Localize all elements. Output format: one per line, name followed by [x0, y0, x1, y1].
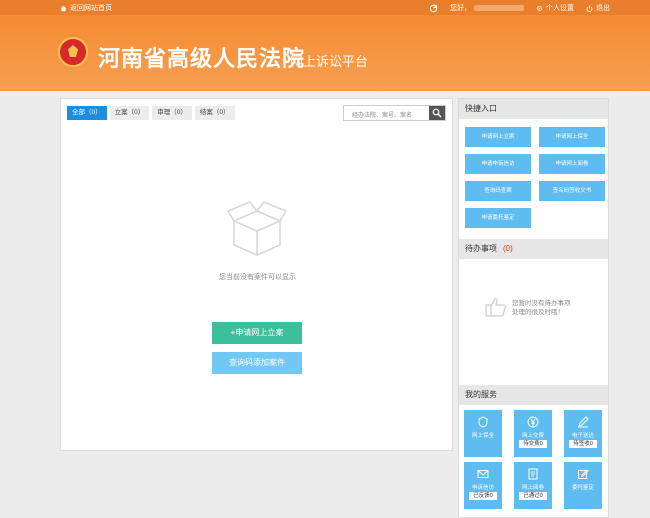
todo-panel: 您暂时没有待办事项 处理的很及时哦！ [459, 259, 608, 385]
quick-apply-file-review-button[interactable]: 申请网上阅卷 [539, 154, 605, 174]
court-name: 河南省高级人民法院 [98, 46, 306, 71]
todo-empty-line-1: 您暂时没有待办事项 [512, 300, 571, 307]
todo-title-label: 待办事项 [465, 244, 497, 253]
home-link[interactable]: 返回网站首页 [60, 3, 112, 13]
yuan-icon [527, 416, 539, 428]
greeting-label: 您好， [450, 5, 471, 12]
service-count: 已通过0 [519, 492, 547, 500]
quick-apply-petition-button[interactable]: 申请申诉信访 [465, 154, 531, 174]
power-icon [586, 5, 593, 12]
refresh-icon[interactable] [429, 4, 438, 13]
service-label: 委托鉴定 [571, 485, 594, 491]
logout-link[interactable]: 退出 [586, 3, 610, 13]
empty-message: 您当前没有案件可以显示 [219, 274, 296, 281]
tab-closed[interactable]: 结案（0） [194, 106, 235, 120]
quick-apply-appraisal-button[interactable]: 申请委托鉴定 [465, 208, 531, 228]
settings-label: 个人设置 [546, 5, 574, 12]
search-input[interactable]: 经办法院、案号、案名 [352, 110, 412, 119]
service-label: 网上交费 [521, 433, 544, 439]
services-title: 我的服务 [459, 385, 608, 405]
quick-apply-preservation-button[interactable]: 申请网上保全 [539, 127, 605, 147]
court-emblem-icon [58, 37, 88, 67]
right-sidebar: 快捷入口 申请网上立案 申请网上保全 申请申诉信访 申请网上阅卷 查询码查案 签… [458, 98, 609, 518]
service-entrusted-appraisal[interactable]: 委托鉴定 [564, 462, 602, 509]
quick-query-case-button[interactable]: 查询码查案 [465, 181, 531, 201]
service-label: 网上阅卷 [521, 485, 544, 491]
case-panel: 全部（0） 立案（0） 审理（0） 结案（0） 经办法院、案号、案名 您当前没有… [60, 98, 453, 451]
service-e-delivery[interactable]: 电子送达 待签收0 [564, 410, 602, 457]
gear-icon [536, 5, 543, 11]
shield-icon [478, 416, 488, 428]
top-bar: 返回网站首页 您好， 个人设置 退出 [0, 0, 650, 15]
service-count: 已反馈0 [469, 492, 497, 500]
todo-count: (0) [503, 244, 513, 253]
site-header: 河南省高级人民法院 网上诉讼平台 [0, 15, 650, 91]
service-label: 网上保全 [471, 433, 494, 439]
logout-label: 退出 [596, 5, 610, 12]
home-icon [60, 5, 67, 11]
home-link-label: 返回网站首页 [70, 5, 112, 12]
quick-apply-filing-button[interactable]: 申请网上立案 [465, 127, 531, 147]
pen-icon [578, 416, 589, 428]
mail-icon [477, 470, 489, 478]
edit-icon [578, 469, 589, 479]
service-file-review[interactable]: 网上阅卷 已通过0 [514, 462, 552, 509]
service-online-preservation[interactable]: 网上保全 [464, 410, 502, 457]
query-code-add-case-button[interactable]: 查询码添加案件 [212, 352, 302, 374]
username-masked [474, 5, 524, 11]
apply-online-filing-button[interactable]: +申请网上立案 [212, 322, 302, 344]
tab-all[interactable]: 全部（0） [67, 106, 107, 120]
service-petition[interactable]: 申诉信访 已反馈0 [464, 462, 502, 509]
services-grid: 网上保全 网上交费 待交费0 电子送达 待签收0 申诉信访 已反馈0 网上阅卷 … [459, 405, 608, 509]
service-label: 申诉信访 [471, 485, 494, 491]
quick-sign-document-button[interactable]: 签名码签收文书 [539, 181, 605, 201]
quick-entry-grid: 申请网上立案 申请网上保全 申请申诉信访 申请网上阅卷 查询码查案 签名码签收文… [459, 119, 608, 239]
service-count: 待签收0 [569, 440, 597, 448]
user-greeting: 您好， [450, 3, 524, 13]
empty-box-icon [226, 201, 288, 256]
todo-empty-line-2: 处理的很及时哦！ [512, 309, 564, 316]
service-label: 电子送达 [571, 433, 594, 439]
platform-name: 网上诉讼平台 [290, 54, 369, 69]
thumbs-up-icon [485, 298, 506, 317]
todo-title: 待办事项 (0) [459, 239, 608, 259]
tab-filing[interactable]: 立案（0） [109, 106, 150, 120]
search-icon [432, 108, 442, 118]
document-icon [528, 468, 538, 480]
search-button[interactable] [429, 106, 445, 120]
quick-entry-title: 快捷入口 [459, 99, 608, 119]
tab-trial[interactable]: 审理（0） [152, 106, 192, 120]
service-count: 待交费0 [519, 440, 547, 448]
case-search: 经办法院、案号、案名 [343, 105, 446, 121]
todo-empty-message: 您暂时没有待办事项 处理的很及时哦！ [512, 299, 571, 317]
service-online-payment[interactable]: 网上交费 待交费0 [514, 410, 552, 457]
case-tabs: 全部（0） 立案（0） 审理（0） 结案（0） [67, 106, 235, 120]
settings-link[interactable]: 个人设置 [536, 3, 574, 13]
